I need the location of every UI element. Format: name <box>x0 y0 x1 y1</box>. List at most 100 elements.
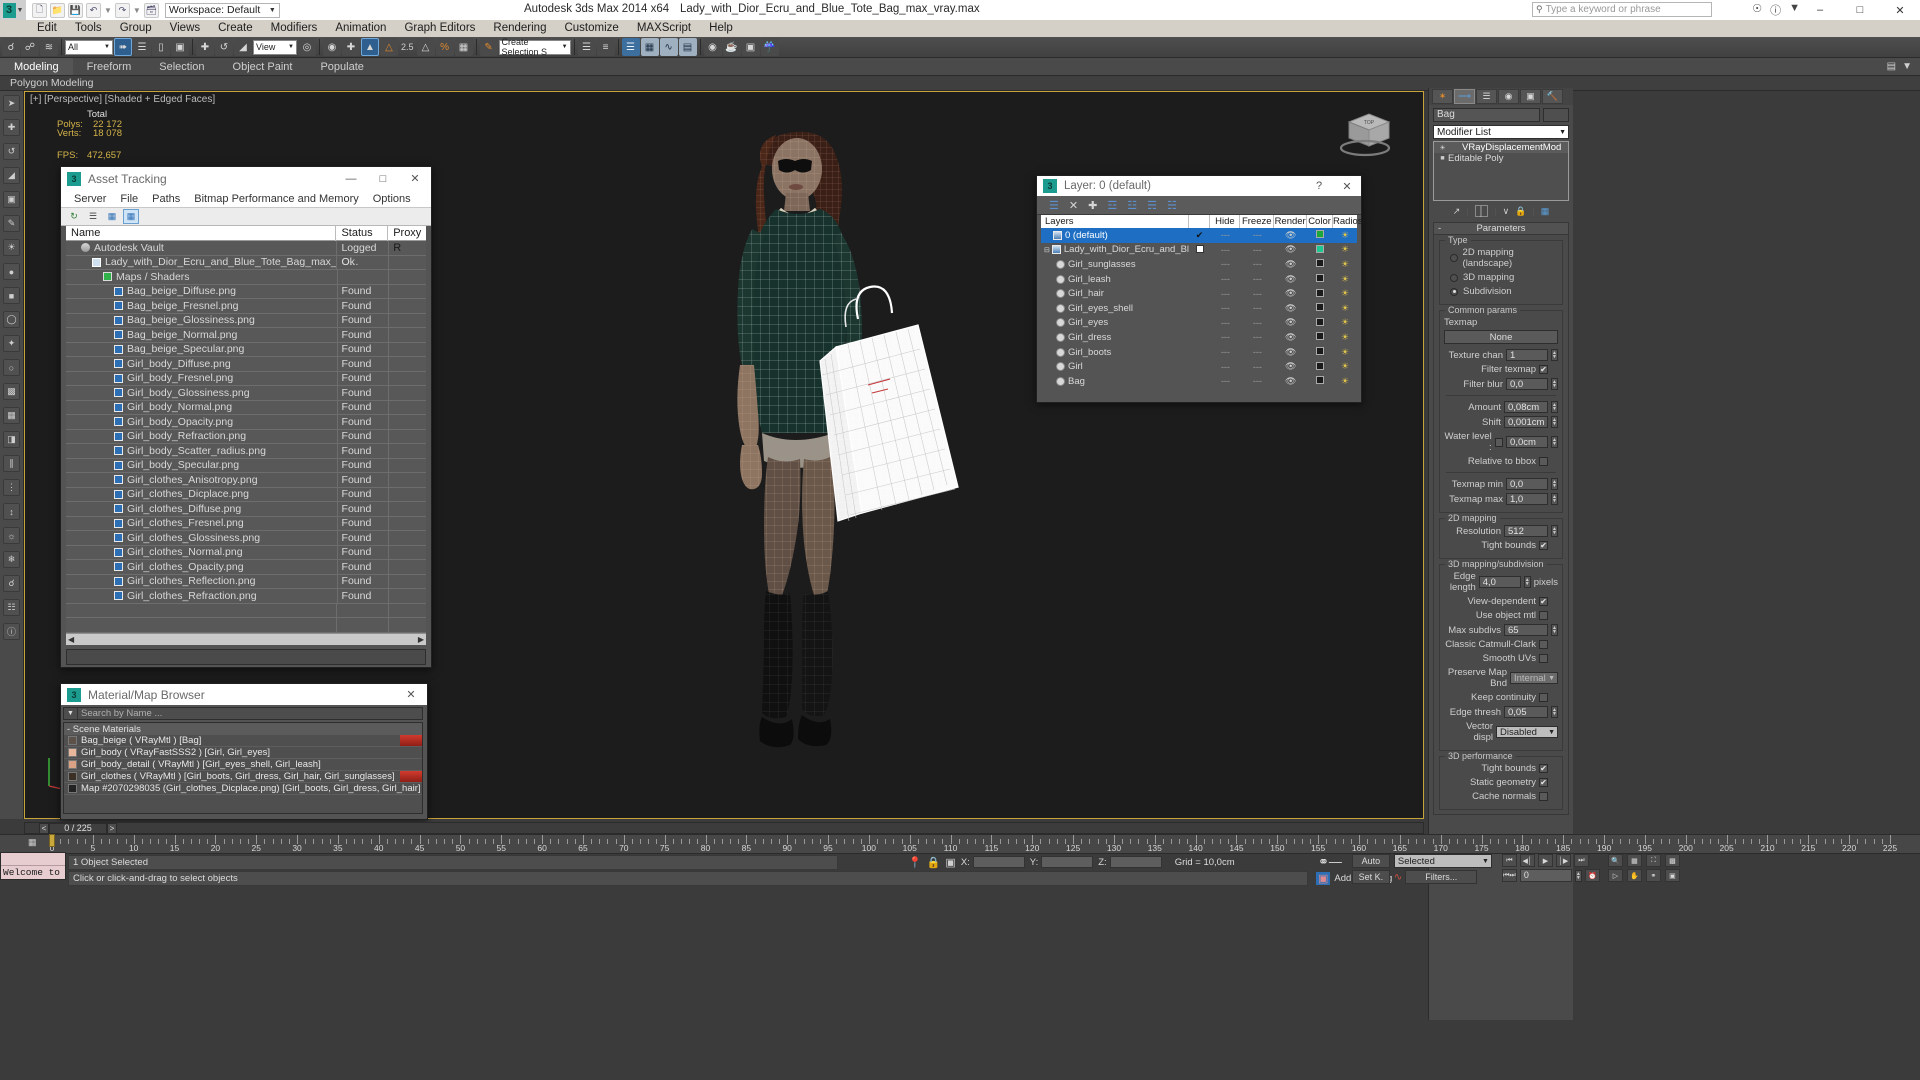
create-new-layer-icon[interactable]: ☰ <box>1049 199 1059 212</box>
column-name[interactable]: Name <box>66 225 337 241</box>
object-color-swatch[interactable] <box>1543 108 1569 122</box>
object-name-field[interactable]: Bag <box>1433 108 1540 122</box>
undo-dropdown-icon[interactable]: ▼ <box>104 6 112 15</box>
radio-2d-mapping[interactable]: 2D mapping (landscape) <box>1444 247 1558 269</box>
texmap-min-field[interactable]: 0,0 <box>1506 478 1548 490</box>
modifier-stack-item-vraydisplacement[interactable]: ☀ VRayDisplacementMod <box>1434 142 1568 153</box>
layer-freeze-cell[interactable]: --- <box>1240 303 1274 313</box>
vector-displ-dropdown[interactable]: Disabled ▼ <box>1496 726 1558 738</box>
layer-radiosity-cell[interactable]: ☀ <box>1333 361 1357 372</box>
asset-menu-server[interactable]: Server <box>67 193 113 205</box>
key-mode-toggle-icon[interactable]: ⏮⏭ <box>1501 869 1517 882</box>
chevron-down-icon[interactable]: ▼ <box>1902 61 1912 72</box>
layer-color-cell[interactable] <box>1307 317 1333 328</box>
rail-snapshot-icon[interactable]: ▩ <box>3 383 20 400</box>
layer-manager-icon[interactable]: ☰ <box>621 38 640 56</box>
layer-radiosity-cell[interactable]: ☀ <box>1333 317 1357 328</box>
menu-item-group[interactable]: Group <box>111 20 161 37</box>
timeline-ruler[interactable]: ▦ 0 5 10 15 20 25 30 35 40 45 50 55 60 65 70 75 80 85 90 95… <box>0 834 1920 854</box>
workspace-selector[interactable]: Workspace: Default ▼ <box>164 2 280 18</box>
filter-icon[interactable]: ▼ <box>64 710 77 717</box>
asset-row[interactable]: Girl_body_Normal.png Found <box>66 400 426 415</box>
current-frame-display[interactable]: 0 / 225 <box>49 822 107 834</box>
material-browser-close-button[interactable]: ✕ <box>395 684 427 705</box>
layer-hide-cell[interactable]: --- <box>1210 274 1240 284</box>
use-pivot-point-center-icon[interactable]: ◎ <box>298 38 316 56</box>
make-unique-icon[interactable]: ∨ <box>1503 206 1510 217</box>
radio-icon[interactable] <box>1450 287 1458 296</box>
rail-spacing-icon[interactable]: ⋮ <box>3 479 20 496</box>
time-slider-handle[interactable] <box>49 834 55 847</box>
asset-row[interactable] <box>66 617 426 633</box>
rail-cylinder-icon[interactable]: ◯ <box>3 311 20 328</box>
asset-row[interactable]: Girl_clothes_Anisotropy.png Found <box>66 472 426 488</box>
layer-color-cell[interactable] <box>1307 361 1333 372</box>
spinner-snap-toggle-icon[interactable]: ▦ <box>454 38 473 56</box>
menu-item-maxscript[interactable]: MAXScript <box>628 20 700 37</box>
scroll-left-icon[interactable]: ◀ <box>68 635 74 644</box>
z-field[interactable] <box>1109 856 1162 868</box>
asset-row[interactable]: Girl_body_Opacity.png Found <box>66 414 426 430</box>
pin-stack-icon[interactable]: ↗ <box>1453 206 1461 217</box>
layer-freeze-cell[interactable]: --- <box>1240 289 1274 299</box>
hide-unhide-icon[interactable]: ☵ <box>1167 199 1177 212</box>
edit-named-selection-sets-icon[interactable]: ✎ <box>479 38 498 56</box>
menu-item-customize[interactable]: Customize <box>555 20 627 37</box>
spinner-icon[interactable]: ▲ ▼ <box>1574 869 1582 882</box>
asset-tracking-window[interactable]: 3 Asset Tracking — □ ✕ Server File Paths Bi… <box>60 166 432 668</box>
select-object-icon[interactable]: ➠ <box>114 38 132 56</box>
render-setup-icon[interactable]: ☕ <box>722 38 741 56</box>
scroll-right-icon[interactable]: ▶ <box>418 635 424 644</box>
edge-thresh-field[interactable]: 0,05 <box>1504 706 1548 718</box>
asset-row[interactable]: Girl_clothes_Diffuse.png Found <box>66 501 426 517</box>
scene-materials-group[interactable]: - Scene Materials <box>64 723 422 735</box>
layer-explorer-window[interactable]: 3 Layer: 0 (default) ? ✕ ☰ ✕ ✚ ☲ ☳ ☴ ☵ L… <box>1036 175 1372 403</box>
snap-toggle-icon[interactable]: ✚ <box>342 38 360 56</box>
material-map-browser-window[interactable]: 3 Material/Map Browser ✕ ▼ Search by Nam… <box>60 683 428 820</box>
asset-row[interactable] <box>66 603 426 618</box>
rail-sphere-icon[interactable]: ● <box>3 263 20 280</box>
prev-frame-button[interactable]: < <box>39 822 49 834</box>
column-proxy[interactable]: Proxy R <box>388 226 426 254</box>
show-end-result-icon[interactable]: │ <box>1474 205 1489 217</box>
named-selection-set-input[interactable]: Create Selection S ▼ <box>498 37 571 57</box>
spinner-icon[interactable]: ▲ ▼ <box>1551 493 1558 505</box>
max-subdivs-field[interactable]: 65 <box>1504 624 1548 636</box>
asset-tracking-minimize-button[interactable]: — <box>335 167 367 190</box>
refresh-icon[interactable]: ↻ <box>66 209 82 224</box>
spinner-icon[interactable]: ▲ ▼ <box>1551 436 1558 448</box>
highlight-selected-icon[interactable]: ☴ <box>1147 199 1157 212</box>
go-to-start-icon[interactable]: ⏮ <box>1501 854 1517 867</box>
rail-select-icon[interactable]: ➤ <box>3 95 20 112</box>
layer-render-cell[interactable]: 👁 <box>1274 259 1307 270</box>
align-icon[interactable]: ≡ <box>596 38 615 56</box>
layer-render-cell[interactable]: 👁 <box>1274 317 1307 328</box>
layer-freeze-cell[interactable]: --- <box>1240 259 1274 269</box>
rail-align-icon[interactable]: ∥ <box>3 455 20 472</box>
rail-star-icon[interactable]: ✦ <box>3 335 20 352</box>
display-tab[interactable]: ▣ <box>1520 89 1541 104</box>
spinner-icon[interactable]: ▲ ▼ <box>1551 525 1558 537</box>
asset-tracking-list[interactable]: Autodesk Vault Logged O... Lady_with_Dior_… <box>66 240 426 633</box>
water-level-field[interactable]: 0,0cm <box>1506 436 1549 448</box>
modify-tab[interactable]: ⟶ <box>1454 89 1475 104</box>
texture-chan-field[interactable]: 1 <box>1506 349 1548 361</box>
asset-row[interactable]: Girl_clothes_Dicplace.png Found <box>66 487 426 502</box>
layer-row[interactable]: 0 (default) ✔ --- --- 👁 ☀ <box>1041 228 1357 243</box>
previous-frame-icon[interactable]: ◀│ <box>1519 854 1535 867</box>
save-file-button[interactable]: 💾 <box>68 2 83 18</box>
texmap-button[interactable]: None <box>1444 330 1558 344</box>
snaps-toggle-icon[interactable]: ▲ <box>361 38 379 56</box>
layer-freeze-cell[interactable]: --- <box>1240 245 1274 255</box>
rail-hide-icon[interactable]: ☼ <box>3 527 20 544</box>
resolution-field[interactable]: 512 <box>1504 525 1548 537</box>
layer-freeze-cell[interactable]: --- <box>1240 318 1274 328</box>
layer-row[interactable]: Girl --- --- 👁 ☀ <box>1041 359 1357 374</box>
asset-tracking-titlebar[interactable]: 3 Asset Tracking — □ ✕ <box>61 167 431 190</box>
zoom-all-icon[interactable]: ▦ <box>1626 854 1642 867</box>
current-frame-field[interactable]: 0 <box>1519 869 1572 882</box>
undo-button[interactable]: ↶ <box>86 2 101 18</box>
layer-freeze-cell[interactable]: --- <box>1240 332 1274 342</box>
schematic-view-icon[interactable]: ▤ <box>678 38 697 56</box>
search-input[interactable]: Search by Name ... <box>77 708 422 719</box>
